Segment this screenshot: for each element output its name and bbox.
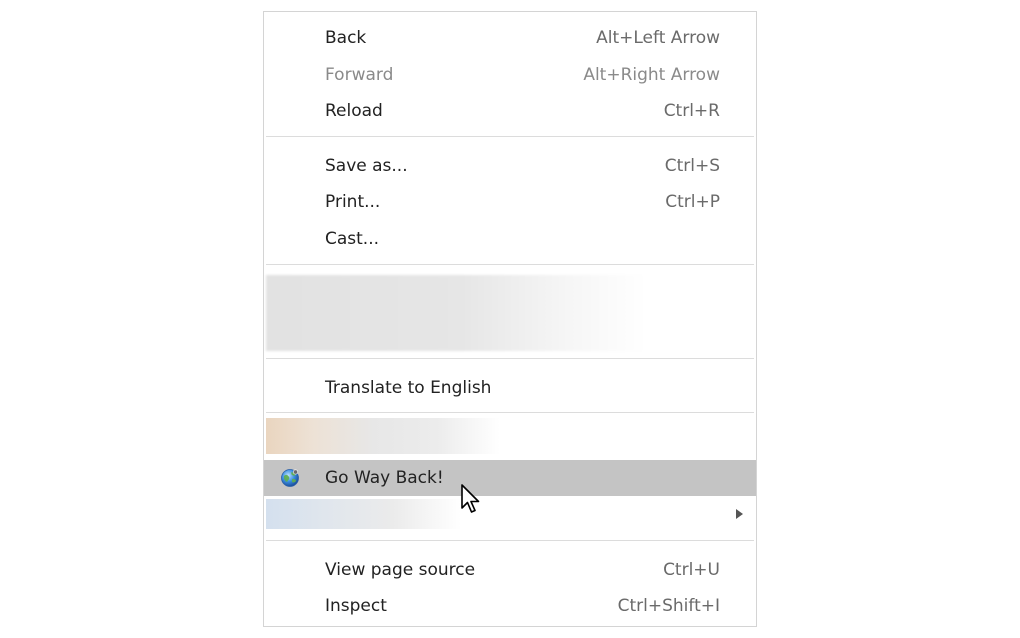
menu-item-label: Translate to English bbox=[325, 378, 492, 398]
context-menu: Back Alt+Left Arrow Forward Alt+Right Ar… bbox=[263, 11, 757, 627]
menu-item-forward: Forward Alt+Right Arrow bbox=[264, 57, 756, 93]
submenu-arrow-icon[interactable] bbox=[736, 509, 743, 519]
menu-separator bbox=[266, 136, 754, 137]
mouse-pointer-icon bbox=[461, 484, 480, 513]
menu-item-reload[interactable]: Reload Ctrl+R bbox=[264, 93, 756, 129]
menu-item-shortcut: Ctrl+R bbox=[663, 101, 720, 121]
menu-separator bbox=[266, 358, 754, 359]
redacted-extension-item bbox=[266, 418, 754, 454]
menu-item-print[interactable]: Print... Ctrl+P bbox=[264, 184, 756, 220]
menu-item-label: Forward bbox=[325, 65, 394, 85]
globe-icon bbox=[281, 469, 299, 487]
menu-separator bbox=[266, 264, 754, 265]
redacted-menu-items bbox=[266, 275, 754, 351]
menu-item-shortcut: Ctrl+S bbox=[664, 156, 720, 176]
menu-item-view-page-source[interactable]: View page source Ctrl+U bbox=[264, 552, 756, 588]
menu-item-shortcut: Alt+Left Arrow bbox=[596, 28, 720, 48]
menu-item-translate[interactable]: Translate to English bbox=[264, 370, 756, 406]
menu-item-inspect[interactable]: Inspect Ctrl+Shift+I bbox=[264, 588, 756, 624]
menu-item-shortcut: Alt+Right Arrow bbox=[583, 65, 720, 85]
menu-item-cast[interactable]: Cast... bbox=[264, 221, 756, 257]
menu-item-label: Inspect bbox=[325, 596, 387, 616]
menu-item-label: Save as... bbox=[325, 156, 408, 176]
redacted-submenu-item bbox=[266, 499, 754, 529]
menu-item-label: Back bbox=[325, 28, 367, 48]
menu-item-label: Print... bbox=[325, 192, 381, 212]
menu-item-shortcut: Ctrl+P bbox=[665, 192, 720, 212]
menu-separator bbox=[266, 412, 754, 413]
menu-item-shortcut: Ctrl+U bbox=[663, 560, 720, 580]
menu-item-go-way-back[interactable]: Go Way Back! bbox=[264, 460, 756, 496]
menu-item-label: View page source bbox=[325, 560, 476, 580]
menu-item-label: Go Way Back! bbox=[325, 468, 444, 488]
menu-item-label: Reload bbox=[325, 101, 383, 121]
menu-item-back[interactable]: Back Alt+Left Arrow bbox=[264, 20, 756, 56]
menu-separator bbox=[266, 540, 754, 541]
menu-item-save-as[interactable]: Save as... Ctrl+S bbox=[264, 148, 756, 184]
menu-item-shortcut: Ctrl+Shift+I bbox=[617, 596, 720, 616]
menu-item-label: Cast... bbox=[325, 229, 380, 249]
